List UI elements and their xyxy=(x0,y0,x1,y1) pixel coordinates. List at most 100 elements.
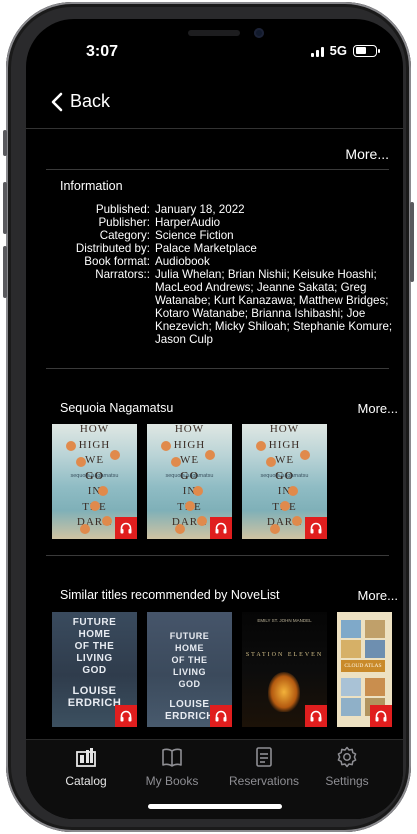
camera xyxy=(254,28,264,38)
audiobook-badge xyxy=(115,705,137,727)
status-indicators: 5G xyxy=(310,43,380,58)
cover-moon xyxy=(175,524,185,534)
info-value: Julia Whelan; Brian Nishii; Keisuke Hoas… xyxy=(155,268,393,346)
info-row: Book format: Audiobook xyxy=(60,255,394,268)
signal-icon xyxy=(310,45,324,57)
cover-title-line: WE xyxy=(274,454,295,466)
power-button xyxy=(410,202,414,282)
cover-title-line: HOW xyxy=(174,424,205,435)
info-row: Narrators:: Julia Whelan; Brian Nishii; K… xyxy=(60,268,394,346)
cover-moon xyxy=(288,486,298,496)
cover-moon xyxy=(66,441,76,451)
back-label: Back xyxy=(70,91,111,111)
author-section-title: Sequoia Nagamatsu xyxy=(60,401,174,415)
tab-label: Settings xyxy=(325,774,369,788)
status-time: 3:07 xyxy=(86,43,119,60)
headphones-icon xyxy=(375,710,387,722)
audiobook-badge xyxy=(210,517,232,539)
info-label: Category: xyxy=(99,229,150,242)
tab-label: Reservations xyxy=(228,774,300,788)
audiobook-badge xyxy=(115,517,137,539)
info-row: Published: January 18, 2022 xyxy=(60,203,394,216)
audiobook-badge xyxy=(370,705,392,727)
author-more-link[interactable]: More... xyxy=(358,401,398,416)
info-label: Book format: xyxy=(84,255,150,268)
book-cover[interactable]: FUTURE HOME OF THE LIVING GOD LOUISE ERDRICH xyxy=(147,612,232,727)
cover-title-line: OF THE xyxy=(171,655,208,665)
cover-moon xyxy=(76,457,86,467)
cover-title: CLOUD ATLAS xyxy=(341,660,385,672)
headphones-icon xyxy=(215,710,227,722)
book-cover[interactable]: FUTURE HOME OF THE LIVING GOD LOUISE ERDRICH xyxy=(52,612,137,727)
side-button xyxy=(3,130,7,156)
book-cover[interactable]: HOWHIGHWEGOINTHEDARKsequoia nagamatsu xyxy=(147,424,232,539)
chevron-left-icon xyxy=(51,92,63,111)
cover-moon xyxy=(98,486,108,496)
cover-title-line: WE xyxy=(84,454,105,466)
info-row: Publisher: HarperAudio xyxy=(60,216,394,229)
cover-title-line: HIGH xyxy=(173,438,206,451)
cover-moon xyxy=(270,524,280,534)
info-row: Distributed by: Palace Marketplace xyxy=(60,242,394,255)
similar-more-link[interactable]: More... xyxy=(358,588,398,603)
cover-title-line: HOME xyxy=(175,643,204,653)
cover-tile xyxy=(365,678,385,696)
nav-bar: Back xyxy=(26,79,403,129)
cover-moon xyxy=(280,501,290,511)
description-more-link[interactable]: More... xyxy=(345,146,389,162)
information-heading: Information xyxy=(60,179,123,193)
cover-moon xyxy=(90,501,100,511)
cover-title-line: HOW xyxy=(269,424,300,435)
cover-title-line: GOD xyxy=(178,679,201,689)
cover-tile xyxy=(341,640,361,658)
cover-tile xyxy=(365,620,385,638)
cover-title-line: GOD xyxy=(82,665,107,676)
author-section-header: Sequoia Nagamatsu More... xyxy=(60,401,398,416)
divider xyxy=(46,555,389,556)
cover-moon xyxy=(161,441,171,451)
info-value: January 18, 2022 xyxy=(155,203,245,216)
cover-title-line: OF THE xyxy=(74,641,115,652)
cover-title-line: WE xyxy=(179,454,200,466)
cover-moon xyxy=(292,516,302,526)
info-row: Category: Science Fiction xyxy=(60,229,394,242)
info-value: Palace Marketplace xyxy=(155,242,257,255)
cover-author: EMILY ST. JOHN MANDEL xyxy=(257,618,312,623)
home-indicator[interactable] xyxy=(148,804,282,809)
headphones-icon xyxy=(120,710,132,722)
speaker xyxy=(188,30,240,36)
volume-down-button xyxy=(3,246,7,298)
network-label: 5G xyxy=(329,43,347,58)
info-label: Distributed by: xyxy=(75,242,150,255)
info-label: Published: xyxy=(95,203,150,216)
cover-title-line: HOW xyxy=(79,424,110,435)
tab-catalog[interactable]: Catalog xyxy=(46,746,126,788)
cover-title-line: IN xyxy=(87,485,102,497)
cover-title-line: HIGH xyxy=(78,438,111,451)
divider xyxy=(46,368,389,369)
back-button[interactable]: Back xyxy=(50,91,110,112)
cover-title-line: FUTURE xyxy=(169,631,210,641)
headphones-icon xyxy=(310,522,322,534)
similar-books-row: FUTURE HOME OF THE LIVING GOD LOUISE ERDRICH FU… xyxy=(52,612,392,727)
headphones-icon xyxy=(310,710,322,722)
book-icon xyxy=(162,748,182,767)
book-cover[interactable]: CLOUD ATLAS xyxy=(337,612,392,727)
cover-tile xyxy=(365,640,385,658)
cover-art xyxy=(268,672,300,712)
information-table: Published: January 18, 2022 Publisher: Harp… xyxy=(60,203,394,346)
book-cover[interactable]: HOWHIGHWEGOINTHEDARKsequoia nagamatsu xyxy=(52,424,137,539)
cover-moon xyxy=(266,457,276,467)
book-cover[interactable]: HOWHIGHWEGOINTHEDARKsequoia nagamatsu xyxy=(242,424,327,539)
app-screen: 3:07 5G Back More... Information Publish… xyxy=(26,19,403,819)
cover-moon xyxy=(102,516,112,526)
cover-title-line: HIGH xyxy=(268,438,301,451)
tab-settings[interactable]: Settings xyxy=(307,746,387,788)
headphones-icon xyxy=(120,522,132,534)
book-cover[interactable]: EMILY ST. JOHN MANDEL STATION ELEVEN xyxy=(242,612,327,727)
cover-author: sequoia nagamatsu xyxy=(260,473,309,479)
tab-reservations[interactable]: Reservations xyxy=(224,746,304,788)
audiobook-badge xyxy=(305,705,327,727)
cover-moon xyxy=(193,486,203,496)
tab-my-books[interactable]: My Books xyxy=(132,746,212,788)
